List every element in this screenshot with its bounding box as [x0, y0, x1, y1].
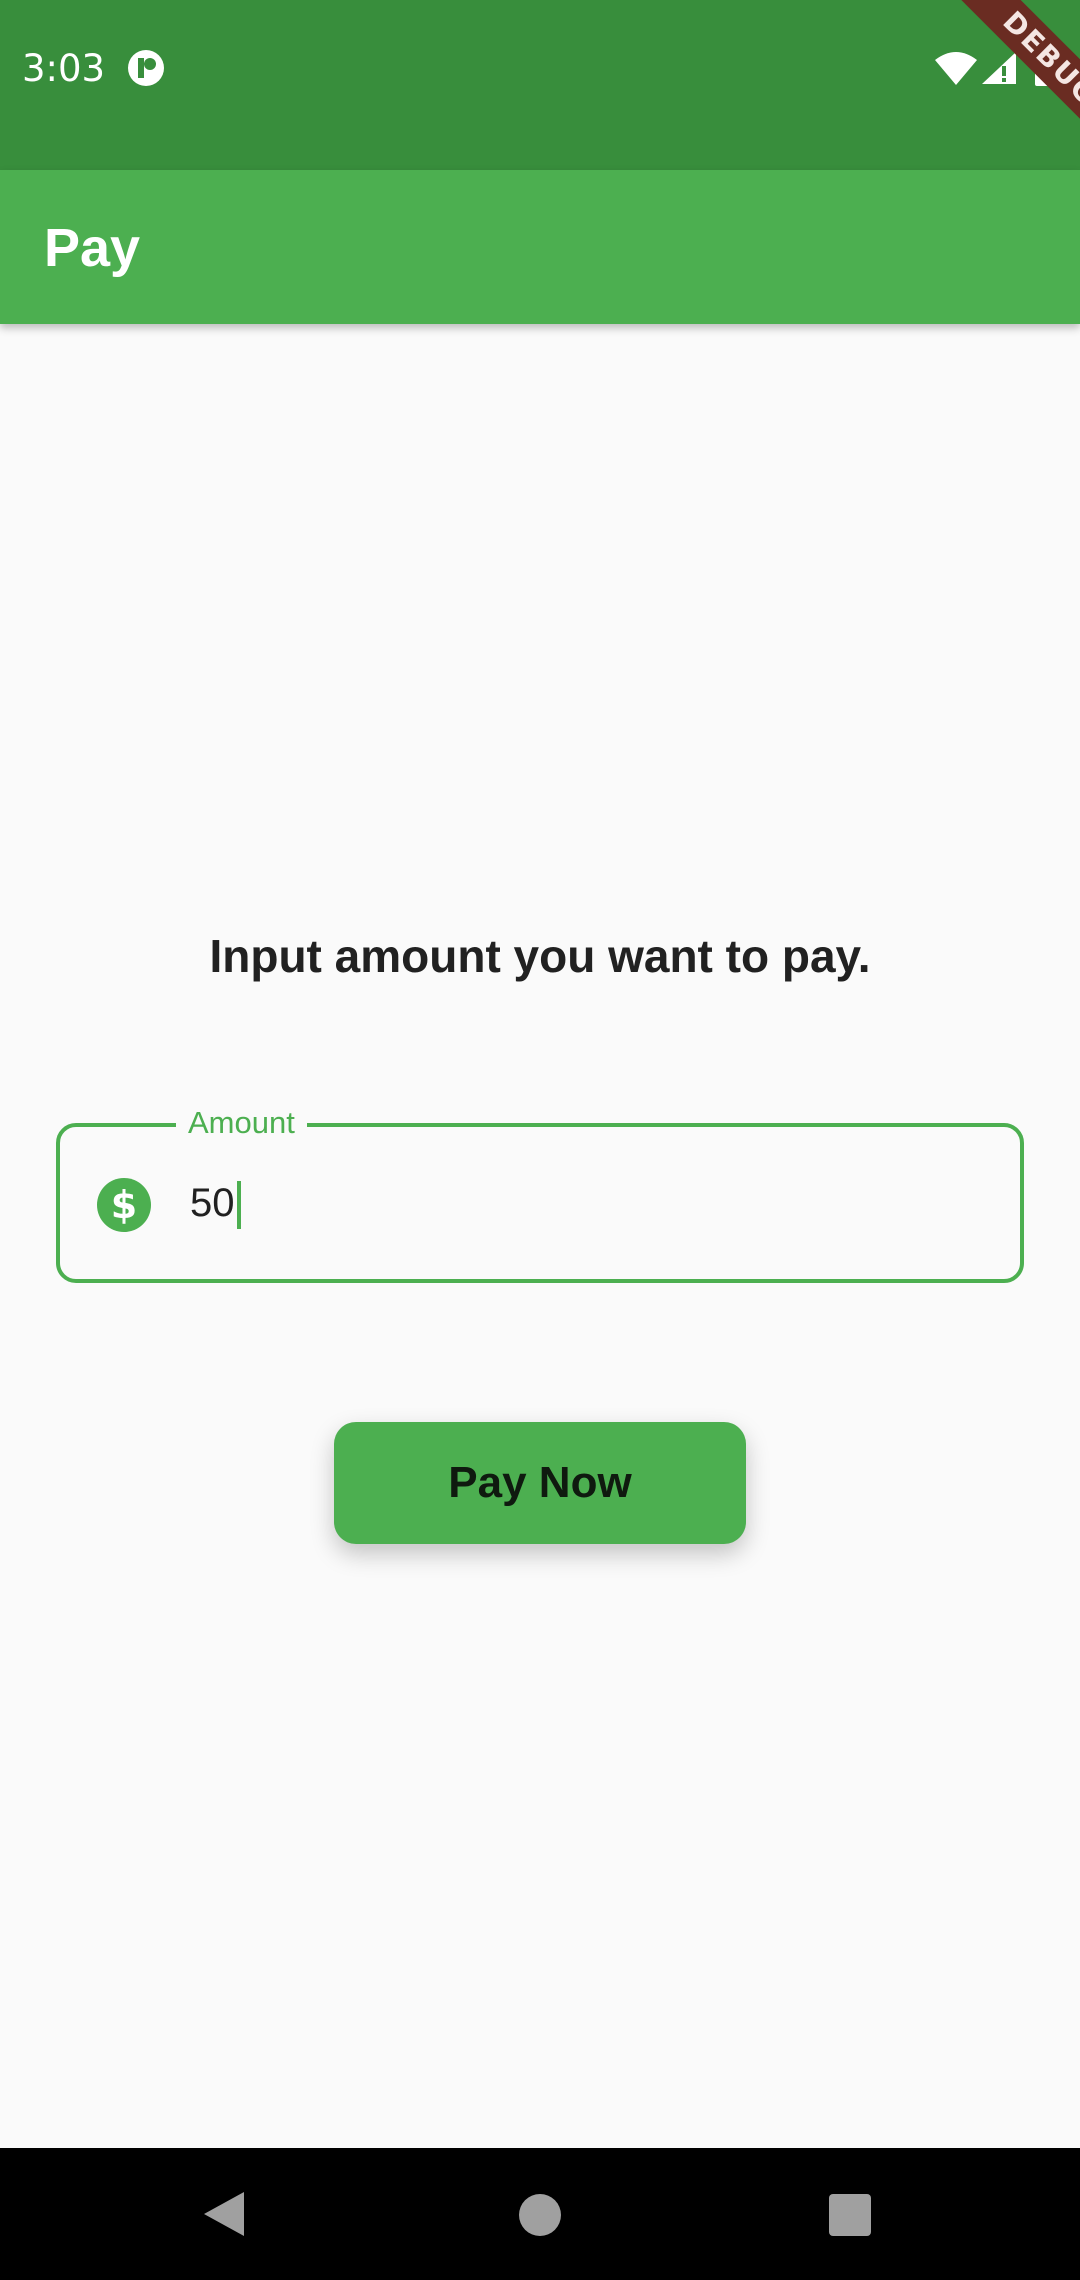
recents-icon[interactable]	[829, 2194, 871, 2236]
status-time: 3:03	[22, 47, 106, 90]
dollar-circle-icon: $	[97, 1178, 151, 1232]
amount-input-value: 50	[190, 1181, 235, 1225]
status-bar: 3:03	[0, 0, 1080, 170]
amount-input[interactable]: 50	[190, 1175, 241, 1231]
debug-banner: DEBUG	[920, 0, 1080, 160]
amount-field-label: Amount	[176, 1101, 307, 1145]
pay-now-button[interactable]: Pay Now	[334, 1422, 746, 1544]
home-icon[interactable]	[519, 2194, 561, 2236]
amount-field[interactable]: Amount $ 50	[56, 1101, 1024, 1283]
text-caret	[236, 1181, 241, 1230]
app-bar-title: Pay	[44, 218, 141, 278]
notification-p-icon	[128, 50, 164, 86]
navigation-bar	[0, 2148, 1080, 2280]
payment-prompt: Input amount you want to pay.	[209, 930, 871, 982]
debug-banner-label: DEBUG	[950, 0, 1080, 159]
svg-text:$: $	[111, 1183, 137, 1227]
back-icon[interactable]	[200, 2188, 248, 2240]
app-bar: Pay	[0, 170, 1080, 324]
